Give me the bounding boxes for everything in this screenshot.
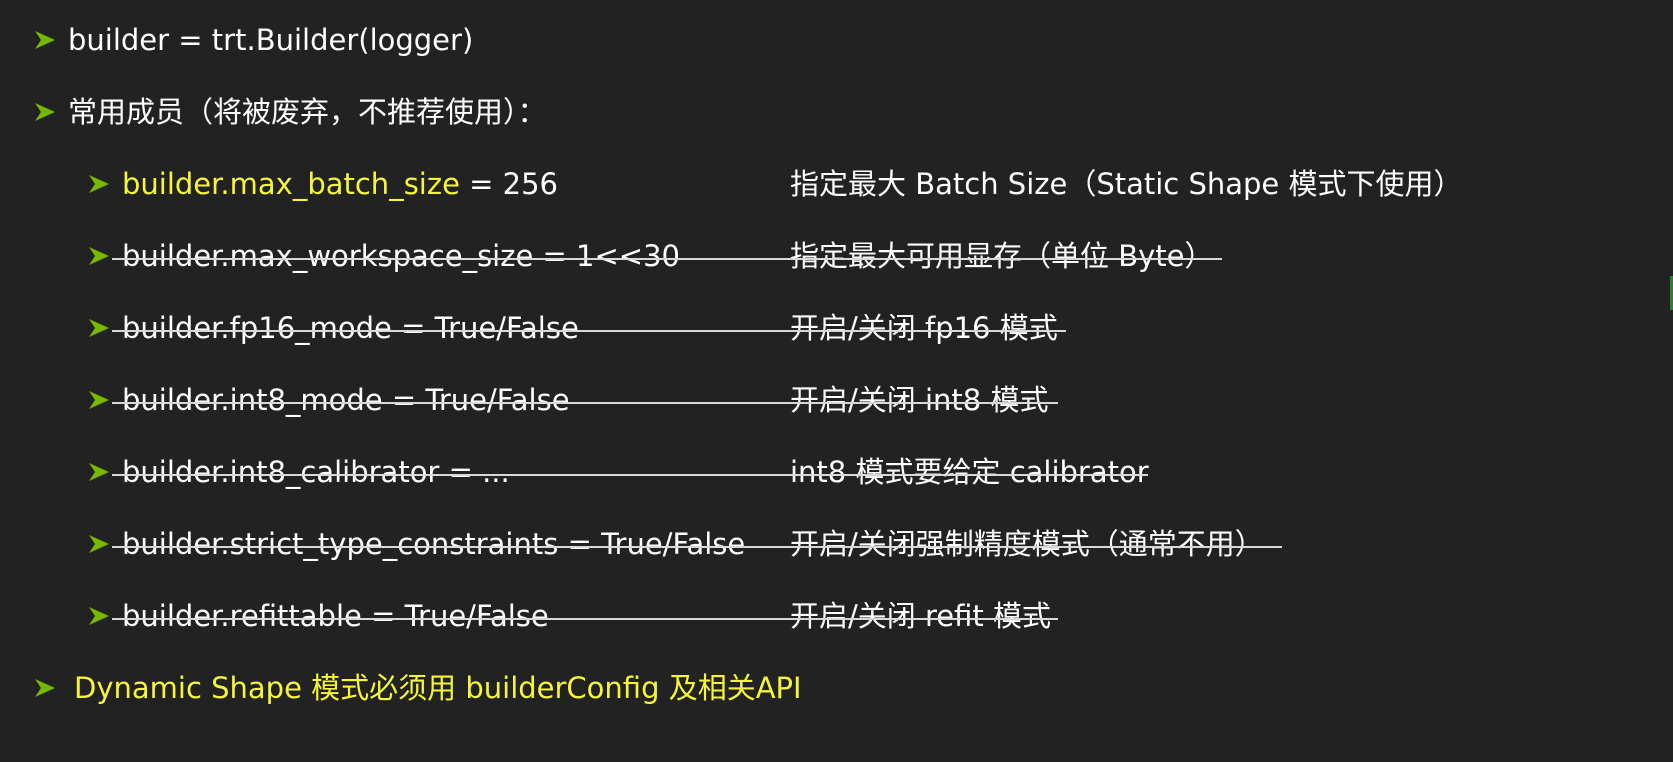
member-description: 开启/关闭 int8 模式 [790, 383, 1049, 417]
dynamic-shape-note: Dynamic Shape 模式必须用 builderConfig 及相关API [74, 671, 802, 705]
member-row-strict-type-constraints: builder.strict_type_constraints = True/F… [0, 520, 1673, 568]
member-code: builder.fp16_mode = True/False [122, 311, 579, 345]
builder-constructor-text: builder = trt.Builder(logger) [68, 23, 474, 57]
member-description: int8 模式要给定 calibrator [790, 455, 1149, 489]
member-description: 开启/关闭 refit 模式 [790, 599, 1051, 633]
arrow-bullet-icon [34, 16, 60, 64]
strikethrough-line [112, 402, 1058, 404]
member-code: builder.strict_type_constraints = True/F… [122, 527, 746, 561]
strikethrough-line [112, 474, 1148, 476]
arrow-bullet-icon [88, 448, 114, 496]
member-code: builder.max_batch_size = 256 [122, 160, 558, 208]
member-code: builder.max_workspace_size = 1<<30 [122, 239, 680, 273]
arrow-bullet-icon [88, 304, 114, 352]
arrow-bullet-icon [88, 520, 114, 568]
member-code: builder.int8_mode = True/False [122, 383, 570, 417]
member-name: builder.max_batch_size [122, 167, 460, 201]
member-row-refittable: builder.refittable = True/False 开启/关闭 re… [0, 592, 1673, 640]
member-code: builder.refittable = True/False [122, 599, 549, 633]
member-row-fp16-mode: builder.fp16_mode = True/False 开启/关闭 fp1… [0, 304, 1673, 352]
member-code: builder.int8_calibrator = ... [122, 455, 510, 489]
list-item: Dynamic Shape 模式必须用 builderConfig 及相关API [0, 664, 1673, 712]
strikethrough-line [112, 258, 1222, 260]
strikethrough-line [112, 546, 1282, 548]
arrow-bullet-icon [88, 232, 114, 280]
list-item: builder = trt.Builder(logger) [0, 16, 1673, 64]
member-description: 指定最大可用显存（单位 Byte） [790, 239, 1214, 273]
member-row-max-batch-size: builder.max_batch_size = 256 指定最大 Batch … [0, 160, 1673, 208]
member-description: 指定最大 Batch Size（Static Shape 模式下使用） [790, 167, 1463, 201]
arrow-bullet-icon [34, 88, 60, 136]
common-members-heading: 常用成员（将被废弃，不推荐使用）： [68, 95, 547, 129]
member-row-int8-mode: builder.int8_mode = True/False 开启/关闭 int… [0, 376, 1673, 424]
list-item: 常用成员（将被废弃，不推荐使用）： [0, 88, 1673, 136]
member-row-max-workspace-size: builder.max_workspace_size = 1<<30 指定最大可… [0, 232, 1673, 280]
member-row-int8-calibrator: builder.int8_calibrator = ... int8 模式要给定… [0, 448, 1673, 496]
member-value: = 256 [459, 167, 559, 201]
strikethrough-line [112, 330, 1066, 332]
strikethrough-line [112, 618, 1058, 620]
member-description: 开启/关闭 fp16 模式 [790, 311, 1058, 345]
arrow-bullet-icon [34, 664, 60, 712]
arrow-bullet-icon [88, 160, 114, 208]
slide: builder = trt.Builder(logger) 常用成员（将被废弃，… [0, 0, 1673, 762]
arrow-bullet-icon [88, 376, 114, 424]
arrow-bullet-icon [88, 592, 114, 640]
member-description: 开启/关闭强制精度模式（通常不用） [790, 527, 1264, 561]
